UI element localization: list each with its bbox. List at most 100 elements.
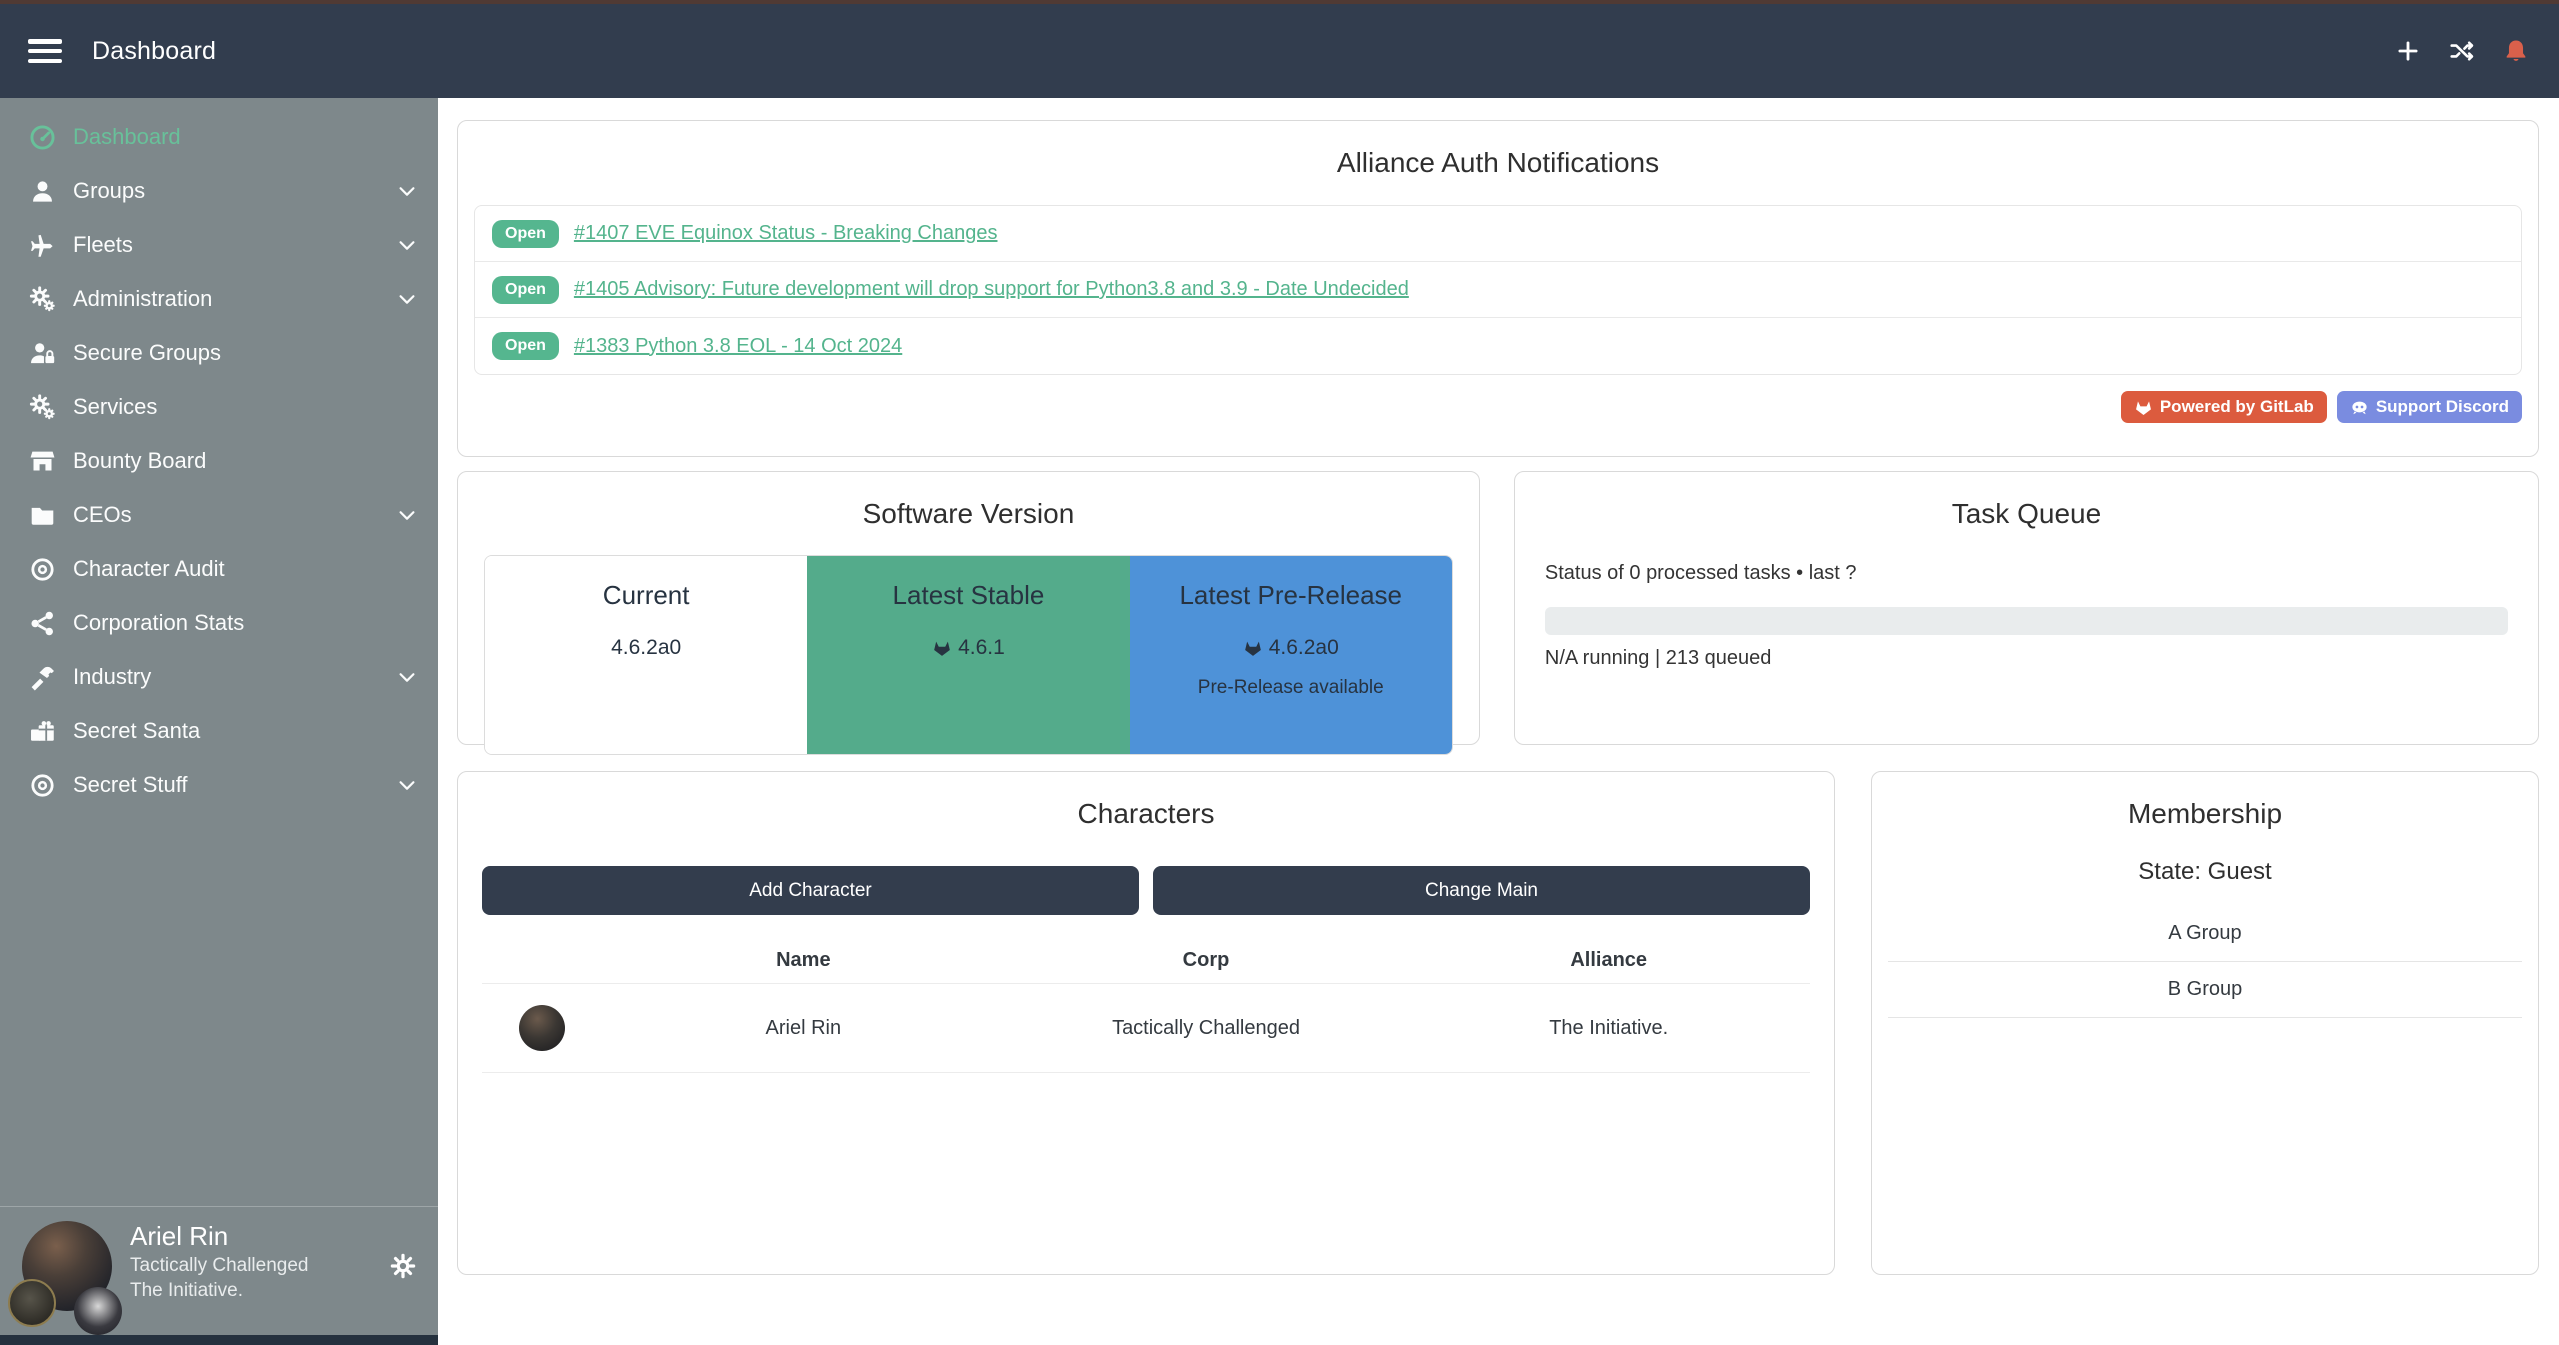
main-content: Alliance Auth Notifications Open #1407 E… xyxy=(438,98,2559,1345)
sidebar-item-label: Secure Groups xyxy=(73,340,221,366)
support-discord-badge[interactable]: Support Discord xyxy=(2337,391,2522,423)
version-latest-stable: Latest Stable 4.6.1 xyxy=(807,556,1129,754)
character-portrait xyxy=(519,1005,565,1051)
chevron-down-icon xyxy=(396,666,418,688)
shuffle-icon[interactable] xyxy=(2449,38,2475,64)
sidebar-item-secret-stuff[interactable]: Secret Stuff xyxy=(0,758,438,812)
chevron-down-icon xyxy=(396,504,418,526)
characters-table-header: Name Corp Alliance xyxy=(482,937,1810,983)
folder-icon xyxy=(22,501,62,529)
membership-title: Membership xyxy=(1888,798,2522,830)
change-main-button[interactable]: Change Main xyxy=(1153,866,1810,915)
sidebar-footer-strip xyxy=(0,1335,438,1345)
sidebar-item-label: Character Audit xyxy=(73,556,225,582)
sidebar-item-dashboard[interactable]: Dashboard xyxy=(0,110,438,164)
sidebar-item-label: Services xyxy=(73,394,157,420)
sidebar-item-label: Secret Santa xyxy=(73,718,200,744)
plus-icon[interactable] xyxy=(2395,38,2421,64)
sidebar-item-secret-santa[interactable]: Secret Santa xyxy=(0,704,438,758)
sidebar-item-character-audit[interactable]: Character Audit xyxy=(0,542,438,596)
eye-icon xyxy=(22,771,62,799)
add-character-button[interactable]: Add Character xyxy=(482,866,1139,915)
cogs-icon xyxy=(22,285,62,313)
characters-title: Characters xyxy=(482,798,1810,830)
user-name: Ariel Rin xyxy=(130,1220,422,1253)
sidebar-item-label: Administration xyxy=(73,286,212,312)
membership-panel: Membership State: Guest A Group B Group xyxy=(1871,771,2539,1275)
notification-link[interactable]: #1405 Advisory: Future development will … xyxy=(574,278,1409,301)
gitlab-icon xyxy=(1243,638,1263,658)
sidebar-item-label: Fleets xyxy=(73,232,133,258)
membership-state: State: Guest xyxy=(1888,858,2522,886)
corp-logo xyxy=(8,1279,56,1327)
list-item: A Group xyxy=(1888,906,2522,962)
sidebar-item-groups[interactable]: Groups xyxy=(0,164,438,218)
notifications-list: Open #1407 EVE Equinox Status - Breaking… xyxy=(474,205,2522,375)
sidebar-item-administration[interactable]: Administration xyxy=(0,272,438,326)
sidebar-item-label: Industry xyxy=(73,664,151,690)
gitlab-icon xyxy=(2134,398,2153,417)
membership-groups: A Group B Group xyxy=(1888,906,2522,1018)
status-badge: Open xyxy=(492,220,559,248)
sidebar-item-label: Corporation Stats xyxy=(73,610,244,636)
user-corp: Tactically Challenged xyxy=(130,1253,422,1279)
task-queue-counts: N/A running | 213 queued xyxy=(1545,647,2508,670)
sidebar-item-label: Secret Stuff xyxy=(73,772,188,798)
status-badge: Open xyxy=(492,276,559,304)
notification-item: Open #1405 Advisory: Future development … xyxy=(475,262,2521,318)
chevron-down-icon xyxy=(396,180,418,202)
sidebar-user-panel: Ariel Rin Tactically Challenged The Init… xyxy=(0,1206,438,1334)
software-version-panel: Software Version Current 4.6.2a0 Latest … xyxy=(457,471,1480,745)
sidebar-item-services[interactable]: Services xyxy=(0,380,438,434)
chevron-down-icon xyxy=(396,288,418,310)
notifications-panel: Alliance Auth Notifications Open #1407 E… xyxy=(457,120,2539,457)
characters-table: Name Corp Alliance Ariel Rin Tactically … xyxy=(482,937,1810,1073)
chevron-down-icon xyxy=(396,234,418,256)
notification-link[interactable]: #1383 Python 3.8 EOL - 14 Oct 2024 xyxy=(574,335,902,358)
task-progress-bar xyxy=(1545,607,2508,635)
top-navbar: Dashboard xyxy=(0,4,2559,98)
software-version-title: Software Version xyxy=(484,498,1453,530)
chevron-down-icon xyxy=(396,774,418,796)
sidebar-item-industry[interactable]: Industry xyxy=(0,650,438,704)
powered-by-gitlab-badge[interactable]: Powered by GitLab xyxy=(2121,391,2327,423)
sidebar-item-secure-groups[interactable]: Secure Groups xyxy=(0,326,438,380)
menu-toggle-icon[interactable] xyxy=(28,39,62,63)
sidebar-item-label: Bounty Board xyxy=(73,448,206,474)
gauge-icon xyxy=(22,123,62,151)
table-row: Ariel Rin Tactically Challenged The Init… xyxy=(482,983,1810,1073)
gift-icon xyxy=(22,717,62,745)
eye-icon xyxy=(22,555,62,583)
page-title: Dashboard xyxy=(92,37,216,66)
version-current: Current 4.6.2a0 xyxy=(485,556,807,754)
sidebar-item-bounty-board[interactable]: Bounty Board xyxy=(0,434,438,488)
characters-panel: Characters Add Character Change Main Nam… xyxy=(457,771,1835,1275)
sidebar-item-label: Dashboard xyxy=(73,124,181,150)
fighter-jet-icon xyxy=(22,231,62,259)
status-badge: Open xyxy=(492,332,559,360)
sidebar: Dashboard Groups Fleets xyxy=(0,98,438,1345)
hammer-icon xyxy=(22,663,62,691)
user-lock-icon xyxy=(22,339,62,367)
notification-link[interactable]: #1407 EVE Equinox Status - Breaking Chan… xyxy=(574,222,998,245)
list-item: B Group xyxy=(1888,962,2522,1018)
user-alliance: The Initiative. xyxy=(130,1278,422,1304)
notification-item: Open #1407 EVE Equinox Status - Breaking… xyxy=(475,206,2521,262)
sidebar-item-corporation-stats[interactable]: Corporation Stats xyxy=(0,596,438,650)
notifications-title: Alliance Auth Notifications xyxy=(474,147,2522,179)
gear-icon[interactable] xyxy=(390,1253,416,1279)
task-queue-title: Task Queue xyxy=(1545,498,2508,530)
bell-icon[interactable] xyxy=(2503,38,2529,64)
sidebar-item-fleets[interactable]: Fleets xyxy=(0,218,438,272)
alliance-logo xyxy=(74,1287,122,1335)
sidebar-item-label: CEOs xyxy=(73,502,132,528)
sidebar-item-ceos[interactable]: CEOs xyxy=(0,488,438,542)
user-icon xyxy=(22,177,62,205)
gitlab-icon xyxy=(932,638,952,658)
task-queue-status: Status of 0 processed tasks • last ? xyxy=(1545,562,2508,585)
sidebar-item-label: Groups xyxy=(73,178,145,204)
notification-item: Open #1383 Python 3.8 EOL - 14 Oct 2024 xyxy=(475,318,2521,374)
discord-icon xyxy=(2350,398,2369,417)
store-icon xyxy=(22,447,62,475)
version-latest-prerelease: Latest Pre-Release 4.6.2a0 Pre-Release a… xyxy=(1130,556,1452,754)
